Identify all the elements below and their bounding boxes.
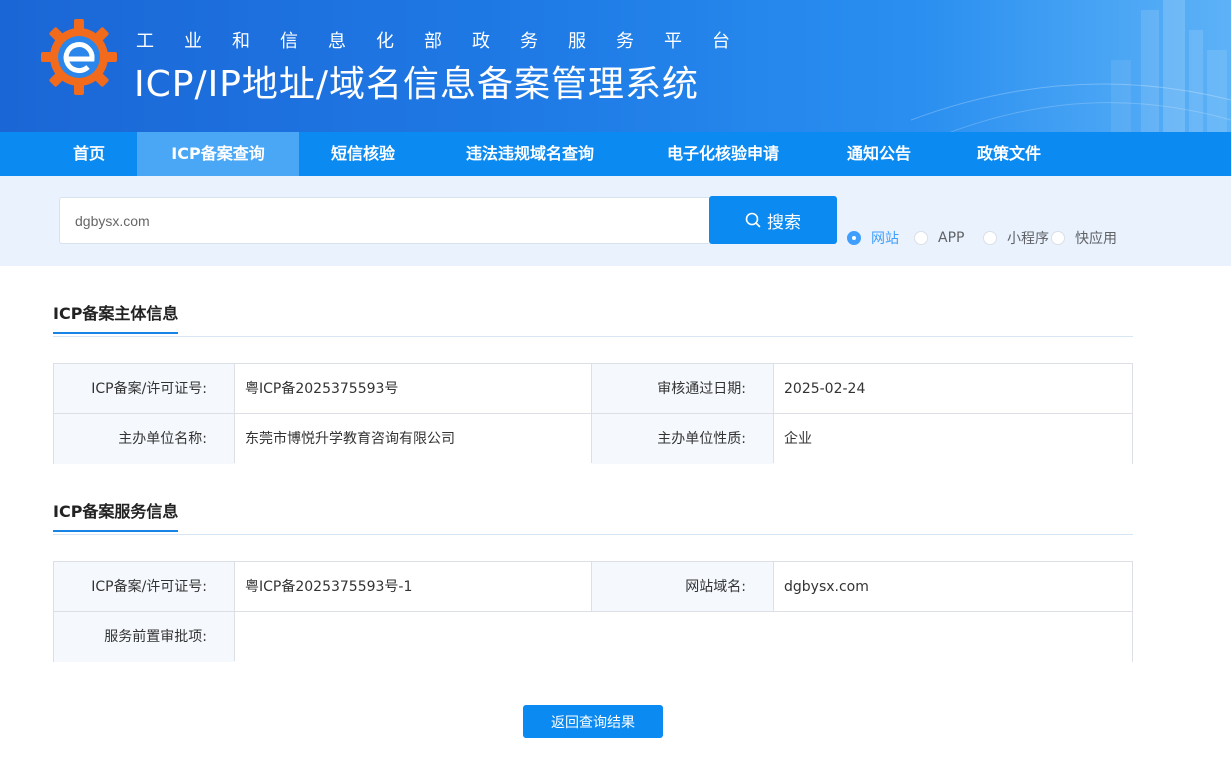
gear-e-logo-icon: [41, 19, 117, 95]
radio-label: 快应用: [1075, 231, 1117, 247]
nav-item-home[interactable]: 首页: [46, 132, 132, 176]
license-no-label: ICP备案/许可证号:: [54, 364, 235, 414]
platform-subtitle: 工业和信息化部政务服务平台: [136, 31, 760, 52]
row-divider: [54, 413, 1132, 414]
col-divider: [773, 364, 774, 463]
table-row: 主办单位名称: 东莞市博悦升学教育咨询有限公司 主办单位性质: 企业: [54, 414, 1132, 464]
search-button-label: 搜索: [767, 212, 801, 233]
table-row: 服务前置审批项:: [54, 612, 1132, 662]
row-divider: [54, 611, 1132, 612]
radio-label: 网站: [871, 231, 899, 247]
search-button[interactable]: 搜索: [709, 196, 837, 244]
header-banner: 工业和信息化部政务服务平台 ICP/IP地址/域名信息备案管理系统: [0, 0, 1231, 132]
subject-info-title: ICP备案主体信息: [53, 300, 179, 334]
radio-label: APP: [938, 230, 965, 246]
service-info-title: ICP备案服务信息: [53, 498, 179, 532]
organizer-name-value: 东莞市博悦升学教育咨询有限公司: [235, 414, 592, 464]
col-divider: [591, 364, 592, 463]
back-to-results-button[interactable]: 返回查询结果: [523, 705, 663, 738]
radio-label: 小程序: [1007, 231, 1049, 247]
service-license-label: ICP备案/许可证号:: [54, 562, 235, 612]
radio-mini-program[interactable]: 小程序: [983, 228, 1049, 248]
col-divider: [773, 562, 774, 612]
system-title: ICP/IP地址/域名信息备案管理系统: [134, 64, 700, 105]
section-divider: [53, 336, 1133, 337]
approve-date-label: 审核通过日期:: [592, 364, 774, 414]
organizer-type-label: 主办单位性质:: [592, 414, 774, 464]
search-input[interactable]: [59, 197, 709, 244]
search-icon: [745, 212, 761, 228]
radio-website[interactable]: 网站: [847, 228, 899, 248]
nav-item-notices[interactable]: 通知公告: [818, 132, 940, 176]
radio-dot-icon: [847, 231, 861, 245]
approve-date-value: 2025-02-24: [774, 364, 1132, 414]
nav-item-e-verify[interactable]: 电子化核验申请: [638, 132, 808, 176]
section-divider: [53, 534, 1133, 535]
domain-value: dgbysx.com: [774, 562, 1132, 612]
search-area: 搜索 网站 APP 小程序 快应用: [0, 176, 1231, 266]
service-info-table: ICP备案/许可证号: 粤ICP备2025375593号-1 网站域名: dgb…: [53, 561, 1133, 662]
radio-app[interactable]: APP: [914, 228, 964, 248]
nav-item-sms-verify[interactable]: 短信核验: [305, 132, 421, 176]
license-no-value: 粤ICP备2025375593号: [235, 364, 592, 414]
city-skyline-decoration: [911, 0, 1231, 132]
main-nav: 首页 ICP备案查询 短信核验 违法违规域名查询 电子化核验申请 通知公告 政策…: [0, 132, 1231, 176]
service-license-value: 粤ICP备2025375593号-1: [235, 562, 592, 612]
organizer-name-label: 主办单位名称:: [54, 414, 235, 464]
organizer-type-value: 企业: [774, 414, 1132, 464]
nav-item-illegal-domain[interactable]: 违法违规域名查询: [432, 132, 628, 176]
radio-quick-app[interactable]: 快应用: [1051, 228, 1117, 248]
subject-info-table: ICP备案/许可证号: 粤ICP备2025375593号 审核通过日期: 202…: [53, 363, 1133, 464]
pre-approval-label: 服务前置审批项:: [54, 612, 235, 662]
radio-dot-icon: [914, 231, 928, 245]
radio-dot-icon: [1051, 231, 1065, 245]
col-divider: [591, 562, 592, 612]
pre-approval-value: [235, 612, 1132, 662]
radio-dot-icon: [983, 231, 997, 245]
col-divider: [234, 364, 235, 463]
col-divider: [234, 562, 235, 661]
table-row: ICP备案/许可证号: 粤ICP备2025375593号 审核通过日期: 202…: [54, 364, 1132, 414]
nav-item-policies[interactable]: 政策文件: [950, 132, 1068, 176]
table-row: ICP备案/许可证号: 粤ICP备2025375593号-1 网站域名: dgb…: [54, 562, 1132, 612]
nav-item-icp-query[interactable]: ICP备案查询: [137, 132, 299, 176]
domain-label: 网站域名:: [592, 562, 774, 612]
